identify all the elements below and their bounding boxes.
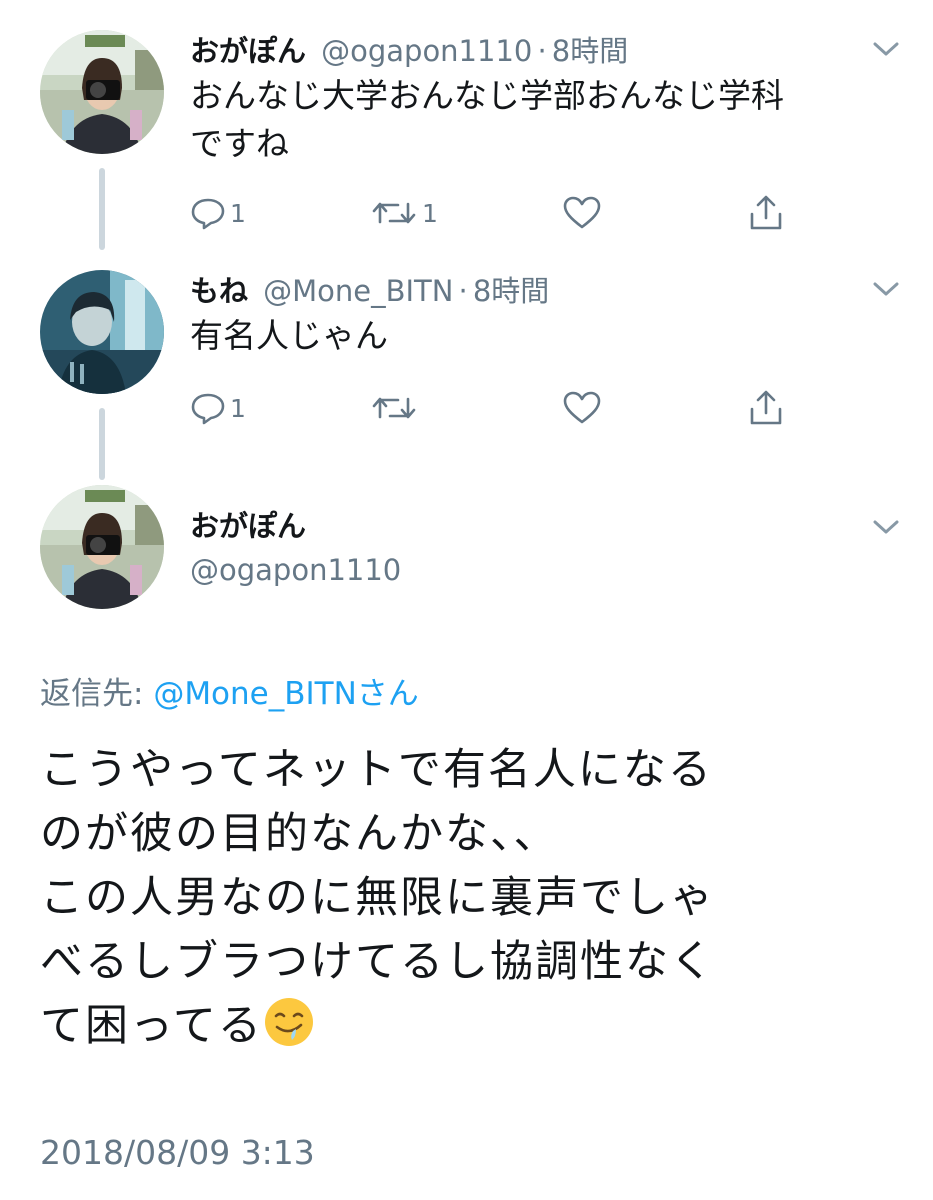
- like-button[interactable]: [562, 192, 602, 234]
- retweet-icon: [372, 202, 416, 224]
- tweet-actions: 1: [190, 387, 810, 429]
- drooling-face-emoji: [264, 998, 313, 1046]
- display-name[interactable]: おがぽん: [190, 503, 401, 545]
- tweet-text: 有名人じゃん: [190, 316, 388, 355]
- separator-dot: ·: [537, 34, 547, 68]
- share-icon: [750, 390, 782, 425]
- reply-button[interactable]: 1: [190, 192, 246, 234]
- tweet-body: こうやってネットで有名人になる のが彼の目的なんかな、、 この人男なのに無限に裏…: [40, 738, 900, 1058]
- user-handle[interactable]: @ogapon1110: [190, 553, 401, 587]
- tweet-text: ですね: [190, 124, 289, 163]
- tweet-actions: 1 1: [190, 192, 810, 234]
- reply-prefix: 返信先:: [40, 676, 154, 712]
- reply-count: 1: [230, 393, 246, 423]
- tweet-text: おんなじ大学おんなじ学部おんなじ学科: [190, 76, 784, 115]
- share-button[interactable]: [748, 192, 784, 234]
- separator-dot: ·: [458, 274, 468, 308]
- retweet-button[interactable]: [370, 387, 422, 429]
- retweet-icon: [372, 397, 416, 419]
- tweet-text-line: て困ってる: [40, 1001, 263, 1051]
- chevron-down-icon[interactable]: [872, 280, 900, 298]
- like-button[interactable]: [562, 387, 602, 429]
- relative-time[interactable]: 8時間: [473, 274, 549, 308]
- heart-icon: [563, 391, 601, 424]
- tweet-text-line: この人男なのに無限に裏声でしゃ: [40, 873, 715, 923]
- heart-icon: [563, 196, 601, 229]
- thread-line: [99, 408, 105, 480]
- retweet-count: 1: [422, 198, 438, 228]
- chevron-down-icon[interactable]: [872, 40, 900, 58]
- display-name[interactable]: おがぽん: [190, 34, 306, 68]
- user-handle[interactable]: @ogapon1110: [321, 34, 532, 68]
- retweet-button[interactable]: 1: [370, 192, 438, 234]
- blue-portrait-avatar[interactable]: [40, 270, 164, 394]
- tweet-timestamp: 2018/08/09 3:13: [40, 1133, 315, 1172]
- reply-context: 返信先: @Mone_BITNさん: [40, 668, 419, 713]
- share-icon: [750, 195, 782, 230]
- display-name[interactable]: もね: [190, 274, 248, 308]
- user-handle[interactable]: @Mone_BITN: [263, 274, 453, 308]
- reply-target-link[interactable]: @Mone_BITNさん: [153, 676, 418, 712]
- tweet-text-line: べるしブラつけてるし協調性なく: [40, 937, 715, 987]
- reply-icon: [191, 393, 225, 425]
- relative-time[interactable]: 8時間: [552, 34, 628, 68]
- photographer-avatar[interactable]: [40, 30, 164, 154]
- photographer-avatar[interactable]: [40, 485, 164, 609]
- chevron-down-icon[interactable]: [872, 518, 900, 536]
- reply-count: 1: [230, 198, 246, 228]
- reply-button[interactable]: 1: [190, 387, 246, 429]
- share-button[interactable]: [748, 387, 784, 429]
- tweet-text-line: のが彼の目的なんかな、、: [40, 809, 559, 859]
- tweet-text-line: こうやってネットで有名人になる: [40, 745, 713, 795]
- thread-line: [99, 168, 105, 250]
- reply-icon: [191, 198, 225, 230]
